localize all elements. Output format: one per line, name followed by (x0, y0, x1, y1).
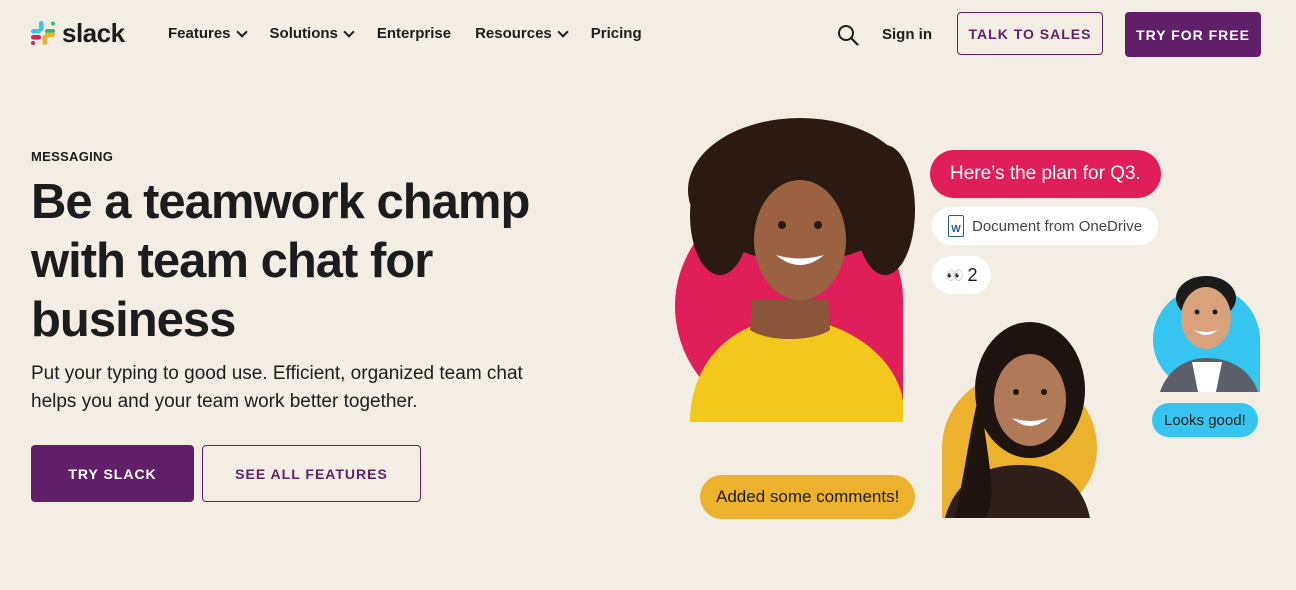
reply-message-bubble: Looks good! (1152, 403, 1258, 437)
nav-resources[interactable]: Resources (475, 25, 569, 42)
person-photo-1 (675, 118, 915, 422)
eyes-emoji-icon: 👀 (946, 266, 963, 283)
nav-pricing-label: Pricing (590, 25, 642, 42)
slack-logo[interactable]: slack (30, 20, 125, 46)
word-document-icon: W (948, 215, 964, 237)
plan-message-bubble: Here’s the plan for Q3. (930, 150, 1161, 198)
nav-solutions[interactable]: Solutions (269, 25, 355, 42)
see-all-features-button[interactable]: SEE ALL FEATURES (202, 445, 421, 502)
hero-subtext: Put your typing to good use. Efficient, … (31, 363, 523, 412)
hero-headline: Be a teamwork champ with team chat for b… (31, 175, 530, 347)
hero-eyebrow: MESSAGING (31, 149, 114, 164)
search-icon[interactable] (837, 24, 859, 46)
nav-features[interactable]: Features (168, 25, 248, 42)
nav-enterprise[interactable]: Enterprise (377, 25, 451, 42)
chevron-down-icon (235, 25, 248, 38)
reply-message-text: Looks good! (1164, 411, 1246, 429)
nav-enterprise-label: Enterprise (376, 25, 452, 42)
plan-message-text: Here’s the plan for Q3. (950, 163, 1141, 184)
reaction-count: 2 (967, 264, 978, 285)
person-photo-3 (1153, 276, 1260, 392)
person-photo-2 (942, 322, 1097, 518)
top-nav: slack Features Solutions Enterprise Reso… (0, 0, 1296, 70)
chevron-down-icon (343, 25, 355, 38)
talk-to-sales-button[interactable]: TALK TO SALES (957, 12, 1103, 55)
document-label: Document from OneDrive (972, 217, 1143, 235)
chevron-down-icon (557, 25, 569, 38)
nav-features-label: Features (168, 25, 231, 42)
nav-links: Features Solutions Enterprise Resources … (168, 25, 666, 42)
nav-pricing[interactable]: Pricing (591, 25, 642, 42)
try-for-free-button[interactable]: TRY FOR FREE (1125, 12, 1261, 57)
nav-resources-label: Resources (475, 25, 552, 42)
comments-message-bubble: Added some comments! (700, 475, 916, 519)
comments-message-text: Added some comments! (716, 487, 900, 506)
sign-in-link[interactable]: Sign in (882, 26, 932, 43)
reaction-pill[interactable]: 👀 2 (932, 256, 992, 294)
logo-wordmark: slack (62, 18, 125, 48)
document-attachment-bubble[interactable]: W Document from OneDrive (932, 207, 1159, 245)
try-slack-button[interactable]: TRY SLACK (31, 445, 194, 502)
nav-solutions-label: Solutions (269, 25, 338, 42)
slack-logo-icon (31, 21, 55, 45)
